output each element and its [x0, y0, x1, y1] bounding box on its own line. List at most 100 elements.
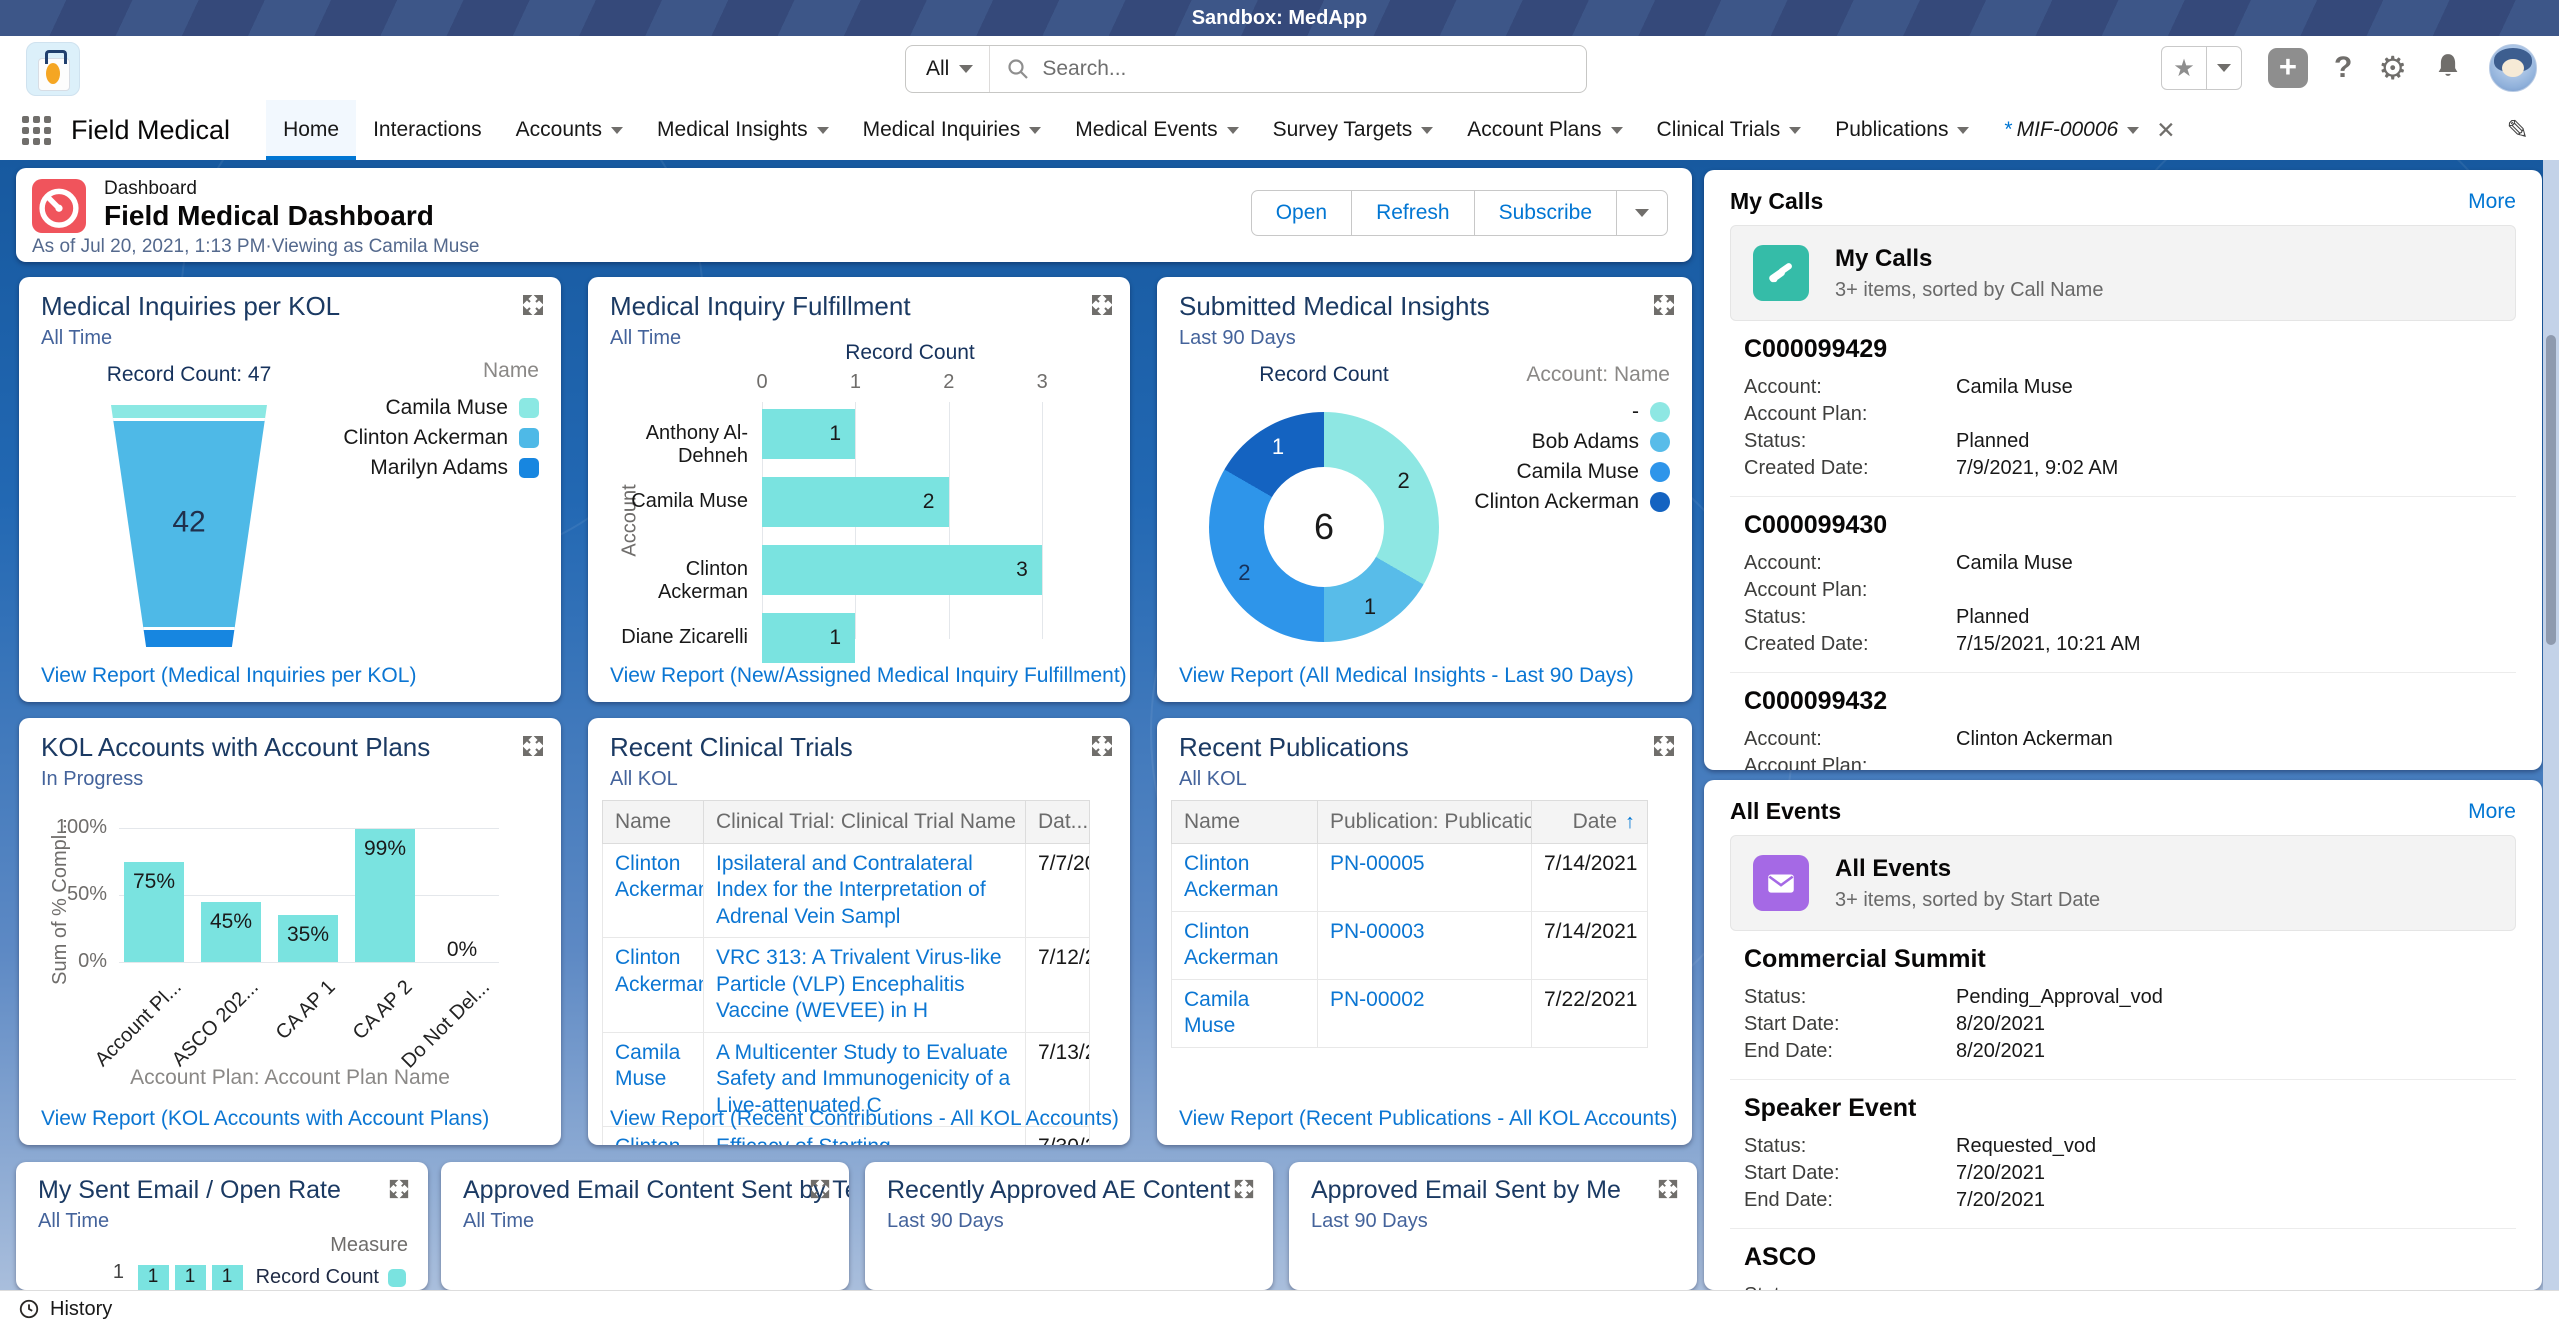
- history-utility-button[interactable]: History: [50, 1298, 112, 1321]
- bar-clinton-ackerman[interactable]: [762, 545, 1042, 595]
- funnel-segment-clinton-ackerman[interactable]: 42: [111, 418, 267, 628]
- legend-item-camila-muse[interactable]: Camila Muse: [343, 393, 539, 423]
- record-link[interactable]: Commercial Summit: [1744, 945, 2516, 974]
- column-header-dat[interactable]: Dat...: [1026, 801, 1090, 844]
- chevron-down-icon[interactable]: [611, 127, 623, 134]
- tab-publications[interactable]: Publications: [1818, 100, 1986, 160]
- expand-icon[interactable]: [1652, 293, 1676, 317]
- chevron-down-icon[interactable]: [2127, 127, 2139, 134]
- subscribe-button[interactable]: Subscribe: [1475, 191, 1617, 235]
- expand-icon[interactable]: [1657, 1178, 1681, 1202]
- funnel-chart[interactable]: 42: [111, 405, 267, 647]
- tab-medical-inquiries[interactable]: Medical Inquiries: [846, 100, 1059, 160]
- close-icon[interactable]: ✕: [2156, 117, 2175, 144]
- chevron-down-icon[interactable]: [1029, 127, 1041, 134]
- record-link[interactable]: C000099430: [1744, 511, 2516, 540]
- cell-publication-publications-id[interactable]: PN-00002: [1318, 979, 1532, 1047]
- column-header-date[interactable]: Date↑: [1532, 801, 1648, 844]
- legend-item-clinton-ackerman[interactable]: Clinton Ackerman: [343, 423, 539, 453]
- favorites-caret[interactable]: [2206, 47, 2241, 89]
- record-link[interactable]: C000099432: [1744, 687, 2516, 716]
- view-report-link[interactable]: View Report (Medical Inquiries per KOL): [41, 664, 416, 688]
- cell-name[interactable]: Clinton Ackerman: [603, 938, 704, 1032]
- view-report-link[interactable]: View Report (KOL Accounts with Account P…: [41, 1107, 489, 1131]
- cell-publication-publications-id[interactable]: PN-00005: [1318, 844, 1532, 912]
- tab-clinical-trials[interactable]: Clinical Trials: [1640, 100, 1819, 160]
- chevron-down-icon[interactable]: [817, 127, 829, 134]
- expand-icon[interactable]: [1090, 293, 1114, 317]
- chevron-down-icon[interactable]: [1227, 127, 1239, 134]
- cell-name[interactable]: Clinton Ackerman: [603, 844, 704, 938]
- app-logo[interactable]: [26, 42, 80, 96]
- scrollbar-thumb[interactable]: [2546, 335, 2556, 645]
- open-button[interactable]: Open: [1252, 191, 1352, 235]
- tab-medical-events[interactable]: Medical Events: [1058, 100, 1255, 160]
- legend-item-marilyn-adams[interactable]: Marilyn Adams: [343, 453, 539, 483]
- tab-mif-00006[interactable]: *MIF-00006✕: [1986, 100, 2192, 160]
- view-report-link[interactable]: View Report (New/Assigned Medical Inquir…: [610, 664, 1127, 688]
- app-launcher-waffle-icon[interactable]: [22, 116, 51, 145]
- vertical-scrollbar[interactable]: [2543, 160, 2559, 1290]
- more-link[interactable]: More: [2468, 800, 2516, 824]
- legend-item-bob-adams[interactable]: Bob Adams: [1474, 427, 1670, 457]
- help-icon[interactable]: ?: [2334, 51, 2352, 85]
- expand-icon[interactable]: [388, 1178, 412, 1202]
- tab-survey-targets[interactable]: Survey Targets: [1256, 100, 1451, 160]
- chevron-down-icon[interactable]: [1421, 127, 1433, 134]
- search-input[interactable]: Search...: [1042, 57, 1126, 81]
- column-header-publication-publications-id[interactable]: Publication: Publications ID: [1318, 801, 1532, 844]
- tab-medical-insights[interactable]: Medical Insights: [640, 100, 846, 160]
- cell-name[interactable]: Camila Muse: [1172, 979, 1318, 1047]
- column-header-name[interactable]: Name: [603, 801, 704, 844]
- donut-total: 6: [1264, 467, 1384, 587]
- my-calls-list-banner[interactable]: My Calls 3+ items, sorted by Call Name: [1730, 225, 2516, 321]
- expand-icon[interactable]: [1233, 1178, 1257, 1202]
- legend-item-[interactable]: -: [1474, 397, 1670, 427]
- bar-camila-muse[interactable]: [762, 477, 949, 527]
- tab-accounts[interactable]: Accounts: [499, 100, 640, 160]
- cell-clinical-trial-clinical-trial-name[interactable]: VRC 313: A Trivalent Virus-like Particle…: [704, 938, 1026, 1032]
- cell-publication-publications-id[interactable]: PN-00003: [1318, 911, 1532, 979]
- expand-icon[interactable]: [521, 293, 545, 317]
- chevron-down-icon[interactable]: [1957, 127, 1969, 134]
- view-report-link[interactable]: View Report (All Medical Insights - Last…: [1179, 664, 1634, 688]
- favorites-button[interactable]: ★: [2161, 46, 2242, 90]
- bar-anthony-al-dehneh[interactable]: [762, 409, 855, 459]
- setup-gear-icon[interactable]: ⚙: [2378, 48, 2407, 88]
- record-link[interactable]: Speaker Event: [1744, 1094, 2516, 1123]
- legend-item-camila-muse[interactable]: Camila Muse: [1474, 457, 1670, 487]
- star-icon[interactable]: ★: [2162, 47, 2206, 89]
- tab-home[interactable]: Home: [266, 100, 356, 160]
- column-header-name[interactable]: Name: [1172, 801, 1318, 844]
- edit-pencil-icon[interactable]: ✎: [2506, 115, 2529, 146]
- view-report-link[interactable]: View Report (Recent Contributions - All …: [610, 1107, 1119, 1131]
- user-avatar[interactable]: [2489, 44, 2537, 92]
- global-actions-button[interactable]: +: [2268, 48, 2308, 88]
- expand-icon[interactable]: [1090, 734, 1114, 758]
- all-events-list-banner[interactable]: All Events 3+ items, sorted by Start Dat…: [1730, 835, 2516, 931]
- funnel-segment-marilyn-adams[interactable]: [111, 627, 267, 647]
- chevron-down-icon[interactable]: [1789, 127, 1801, 134]
- chevron-down-icon[interactable]: [1611, 127, 1623, 134]
- search-scope-dropdown[interactable]: All: [906, 46, 989, 92]
- expand-icon[interactable]: [1652, 734, 1676, 758]
- bar-diane-zicarelli[interactable]: [762, 613, 855, 663]
- record-link[interactable]: C000099429: [1744, 335, 2516, 364]
- column-header-clinical-trial-clinical-trial-name[interactable]: Clinical Trial: Clinical Trial Name: [704, 801, 1026, 844]
- legend-item-clinton-ackerman[interactable]: Clinton Ackerman: [1474, 487, 1670, 517]
- tab-account-plans[interactable]: Account Plans: [1450, 100, 1639, 160]
- cell-name[interactable]: Clinton Ackerman: [1172, 844, 1318, 912]
- refresh-button[interactable]: Refresh: [1352, 191, 1475, 235]
- more-link[interactable]: More: [2468, 190, 2516, 214]
- funnel-segment-camila-muse[interactable]: [111, 405, 267, 418]
- expand-icon[interactable]: [809, 1178, 833, 1202]
- record-link[interactable]: ASCO: [1744, 1243, 2516, 1272]
- expand-icon[interactable]: [521, 734, 545, 758]
- view-report-link[interactable]: View Report (Recent Publications - All K…: [1179, 1107, 1677, 1131]
- tab-interactions[interactable]: Interactions: [356, 100, 499, 160]
- notifications-bell-icon[interactable]: [2433, 51, 2463, 86]
- cell-name[interactable]: Clinton Ackerman: [1172, 911, 1318, 979]
- more-actions-caret[interactable]: [1617, 191, 1667, 235]
- cell-clinical-trial-clinical-trial-name[interactable]: Ipsilateral and Contralateral Index for …: [704, 844, 1026, 938]
- global-search[interactable]: All Search...: [905, 45, 1587, 93]
